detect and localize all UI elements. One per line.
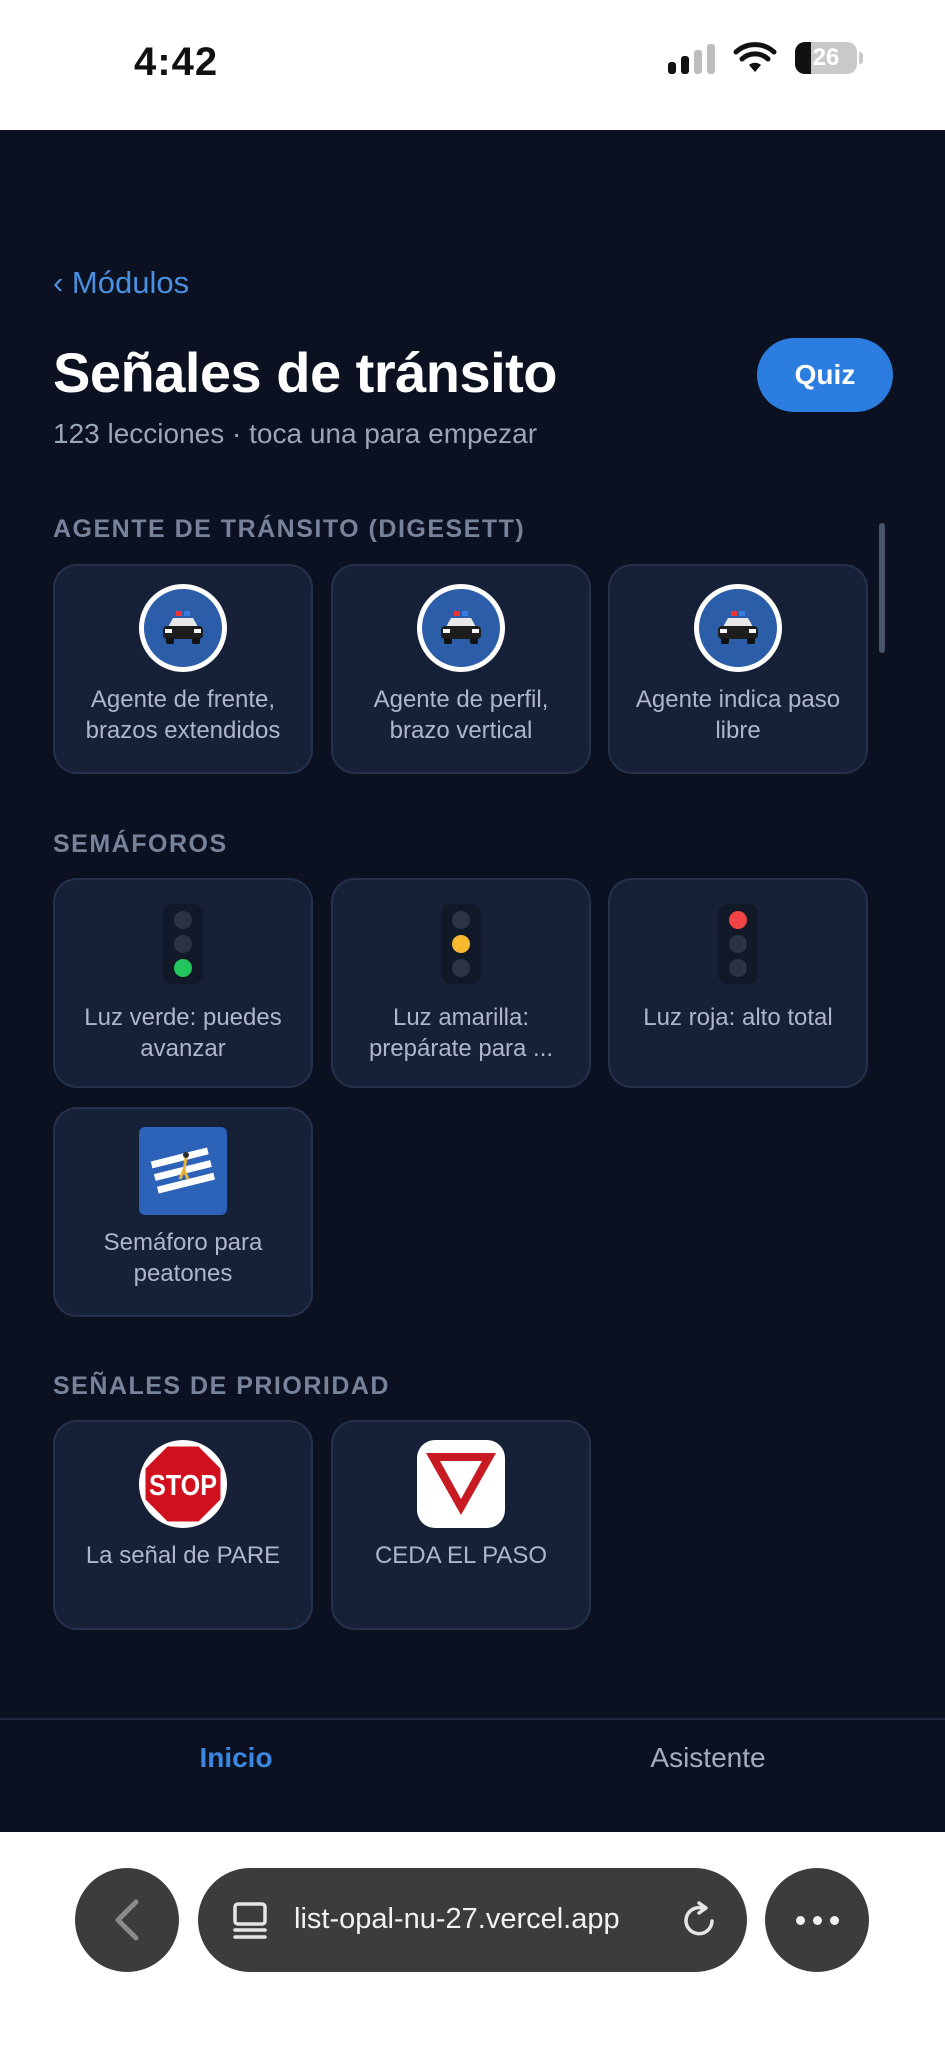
lesson-label: Agente de frente, brazos extendidos xyxy=(85,686,281,744)
more-dot-icon xyxy=(795,1915,805,1925)
lesson-card[interactable]: Agente indica paso libre xyxy=(608,564,868,774)
lesson-card[interactable]: CEDA EL PASO xyxy=(331,1420,591,1630)
status-icons: 26 xyxy=(668,42,863,74)
police-car-icon xyxy=(694,584,782,672)
battery-icon: 26 xyxy=(795,42,857,74)
page-subtitle: 123 lecciones · toca una para empezar xyxy=(53,418,538,449)
app-screen: ‹ Módulos Señales de tránsito 123 leccio… xyxy=(0,130,945,1832)
yield-sign-icon xyxy=(417,1440,505,1528)
browser-toolbar: list-opal-nu-27.vercel.app xyxy=(0,1832,945,2048)
traffic-light-red-icon xyxy=(718,904,758,984)
chevron-left-icon xyxy=(115,1899,139,1941)
quiz-button[interactable]: Quiz xyxy=(757,338,893,412)
traffic-light-green-icon xyxy=(163,904,203,984)
reload-icon[interactable] xyxy=(679,1900,719,1940)
lesson-card[interactable]: Luz verde: puedes avanzar xyxy=(53,878,313,1088)
stop-sign-icon: STOP xyxy=(139,1440,227,1528)
traffic-light-yellow-icon xyxy=(441,904,481,984)
stop-sign-text: STOP xyxy=(149,1470,217,1502)
lesson-card[interactable]: Luz amarilla: prepárate para ... xyxy=(331,878,591,1088)
lesson-card[interactable]: Agente de frente, brazos extendidos xyxy=(53,564,313,774)
lesson-card[interactable]: STOP La señal de PARE xyxy=(53,1420,313,1630)
lesson-card[interactable]: Luz roja: alto total xyxy=(608,878,868,1088)
police-car-icon xyxy=(417,584,505,672)
bottom-tab-bar: Inicio Asistente xyxy=(0,1718,945,1832)
lesson-label: La señal de PARE xyxy=(85,1542,281,1569)
browser-back-button[interactable] xyxy=(75,1868,179,1972)
lesson-card[interactable]: Semáforo para peatones xyxy=(53,1107,313,1317)
more-dot-icon xyxy=(812,1915,822,1925)
tab-assistant[interactable]: Asistente xyxy=(472,1742,944,1774)
lesson-label: Agente indica paso libre xyxy=(635,686,841,744)
lesson-label: Luz verde: puedes avanzar xyxy=(84,1004,282,1062)
browser-more-button[interactable] xyxy=(765,1868,869,1972)
status-bar: 4:42 26 xyxy=(0,0,945,130)
url-text: list-opal-nu-27.vercel.app xyxy=(294,1903,620,1935)
back-to-modules-link[interactable]: ‹ Módulos xyxy=(53,265,189,301)
battery-level: 26 xyxy=(812,44,840,71)
status-time: 4:42 xyxy=(134,40,219,84)
page-format-icon xyxy=(233,1902,267,1939)
lesson-card[interactable]: Agente de perfil, brazo vertical xyxy=(331,564,591,774)
page-title: Señales de tránsito xyxy=(53,341,558,404)
scrollbar[interactable] xyxy=(879,523,885,653)
lesson-label: CEDA EL PASO xyxy=(374,1542,548,1569)
lesson-label: Luz roja: alto total xyxy=(643,1004,833,1031)
wifi-icon xyxy=(733,42,777,72)
section-title-agents: AGENTE DE TRÁNSITO (DIGESETT) xyxy=(53,515,526,543)
section-title-traffic-lights: SEMÁFOROS xyxy=(53,830,228,858)
more-dot-icon xyxy=(829,1915,839,1925)
lesson-label: Semáforo para peatones xyxy=(103,1229,263,1287)
police-car-icon xyxy=(139,584,227,672)
lesson-label: Luz amarilla: prepárate para ... xyxy=(368,1004,554,1062)
address-bar[interactable]: list-opal-nu-27.vercel.app xyxy=(198,1868,747,1972)
pedestrian-crossing-icon xyxy=(139,1127,227,1215)
section-title-priority-signs: SEÑALES DE PRIORIDAD xyxy=(53,1372,390,1400)
cellular-signal-icon xyxy=(668,42,715,74)
lesson-label: Agente de perfil, brazo vertical xyxy=(373,686,549,744)
tab-home[interactable]: Inicio xyxy=(0,1742,472,1774)
